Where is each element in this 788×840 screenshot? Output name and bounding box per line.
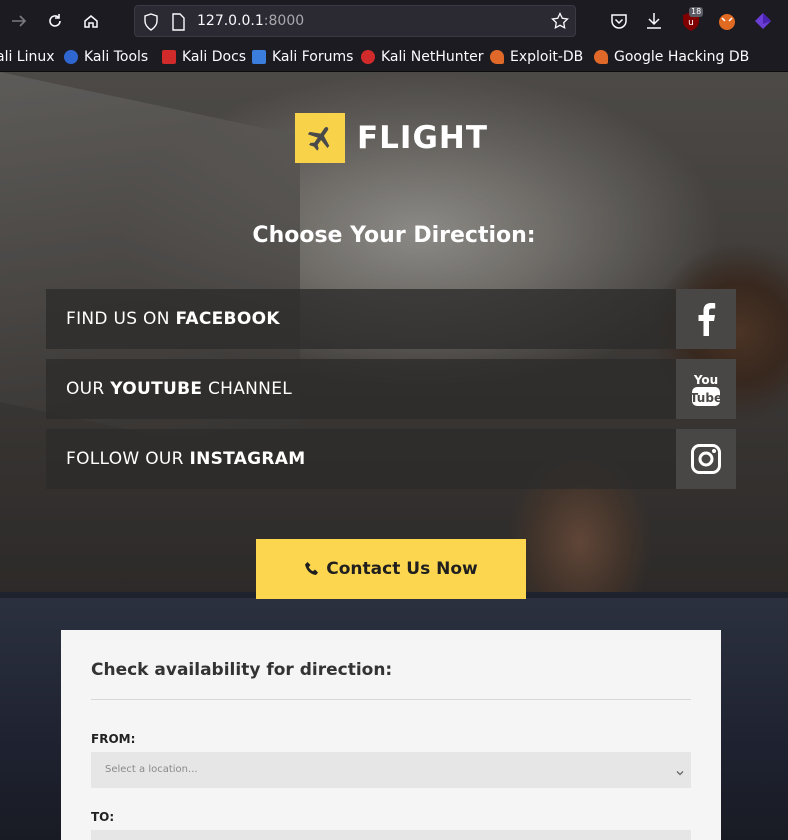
kali-forums-icon (252, 50, 266, 64)
bookmark-label: Kali Docs (182, 49, 247, 65)
browser-toolbar: 127.0.0.1:8000 u 18 (0, 0, 788, 42)
contact-us-label: Contact Us Now (326, 559, 478, 579)
url-bar[interactable]: 127.0.0.1:8000 (134, 5, 576, 37)
site-logo[interactable]: FLIGHT (295, 113, 488, 163)
facebook-label: FIND US ON FACEBOOK (66, 309, 280, 329)
exploit-db-icon (490, 50, 504, 64)
svg-text:Tube: Tube (690, 391, 722, 405)
bookmark-label: Kali NetHunter (381, 49, 484, 65)
to-select[interactable] (91, 830, 691, 840)
bookmark-exploit-db[interactable]: Exploit-DB (490, 49, 583, 65)
bookmark-kali-forums[interactable]: Kali Forums (252, 49, 353, 65)
page-viewport: FLIGHT Choose Your Direction: FIND US ON… (0, 72, 788, 840)
extension-badge: 18 (689, 7, 704, 17)
pocket-icon[interactable] (608, 10, 630, 32)
from-label: FROM: (91, 732, 136, 746)
bookmark-label: Kali Forums (272, 49, 354, 65)
youtube-label: OUR YOUTUBE CHANNEL (66, 379, 293, 399)
bookmark-label: Exploit-DB (510, 49, 584, 65)
bookmark-label: ali Linux (0, 49, 55, 65)
bookmark-label: Google Hacking DB (614, 49, 750, 65)
chevron-down-icon (675, 763, 685, 782)
nethunter-icon (361, 50, 375, 64)
bookmark-star-icon[interactable] (551, 11, 569, 34)
svg-text:You: You (693, 373, 718, 387)
reload-icon[interactable] (42, 8, 68, 34)
facebook-link[interactable]: FIND US ON FACEBOOK (46, 289, 736, 349)
bookmark-kali-linux[interactable]: ali Linux (0, 49, 55, 65)
url-text[interactable]: 127.0.0.1:8000 (197, 13, 304, 29)
from-select[interactable]: Select a location... (91, 752, 691, 788)
page-heading: Choose Your Direction: (252, 223, 536, 248)
bookmark-kali-nethunter[interactable]: Kali NetHunter (361, 49, 483, 65)
instagram-icon[interactable] (676, 429, 736, 489)
page-info-icon[interactable] (171, 13, 185, 35)
ghdb-icon (594, 50, 608, 64)
plane-icon (295, 113, 345, 163)
from-placeholder: Select a location... (105, 764, 198, 775)
facebook-icon[interactable] (676, 289, 736, 349)
forward-icon[interactable] (6, 8, 32, 34)
kali-docs-icon (162, 50, 176, 64)
shield-icon[interactable] (143, 13, 159, 35)
downloads-icon[interactable] (643, 10, 665, 32)
bookmark-kali-docs[interactable]: Kali Docs (162, 49, 246, 65)
form-title: Check availability for direction: (91, 660, 393, 680)
to-label: TO: (91, 810, 115, 824)
svg-text:u: u (688, 18, 694, 28)
bookmarks-bar: ali Linux Kali Tools Kali Docs Kali Foru… (0, 42, 788, 72)
home-icon[interactable] (78, 8, 104, 34)
availability-form: Check availability for direction: FROM: … (61, 630, 721, 840)
foxyproxy-icon[interactable] (716, 10, 738, 32)
youtube-link[interactable]: OUR YOUTUBE CHANNEL You Tube (46, 359, 736, 419)
kali-tools-icon (64, 50, 78, 64)
instagram-label: FOLLOW OUR INSTAGRAM (66, 449, 306, 469)
instagram-link[interactable]: FOLLOW OUR INSTAGRAM (46, 429, 736, 489)
youtube-icon[interactable]: You Tube (676, 359, 736, 419)
logo-text: FLIGHT (357, 120, 488, 156)
extension-cube-icon[interactable] (752, 10, 774, 32)
phone-icon (305, 562, 319, 575)
contact-us-button[interactable]: Contact Us Now (256, 539, 526, 599)
bookmark-kali-tools[interactable]: Kali Tools (64, 49, 148, 65)
bookmark-google-hacking-db[interactable]: Google Hacking DB (594, 49, 749, 65)
bookmark-label: Kali Tools (84, 49, 149, 65)
form-divider (91, 699, 691, 700)
